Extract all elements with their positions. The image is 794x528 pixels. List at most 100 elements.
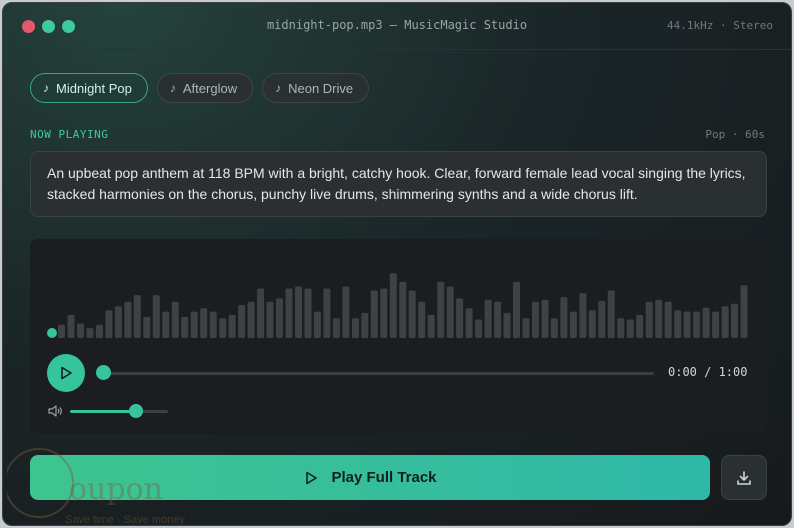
waveform-bar	[645, 301, 653, 338]
waveform-bar	[702, 307, 710, 338]
waveform-bar	[399, 281, 407, 338]
now-playing-label: NOW PLAYING	[30, 128, 109, 141]
waveform-bar	[456, 298, 464, 338]
waveform-bar	[731, 303, 738, 338]
genre-duration: Pop · 60s	[705, 128, 765, 141]
waveform-bar	[370, 290, 378, 338]
waveform-bar	[541, 299, 549, 338]
waveform-bar	[408, 290, 416, 338]
waveform-bar	[171, 301, 179, 338]
music-note-icon: ♪	[43, 81, 49, 95]
preset-chip-neon-drive[interactable]: ♪ Neon Drive	[262, 73, 370, 103]
waveform-bar	[361, 312, 369, 338]
waveform-bar	[313, 311, 321, 338]
waveform-bar	[266, 301, 274, 338]
waveform-bar	[77, 323, 84, 338]
waveform-bar	[683, 311, 691, 338]
waveform-bar	[181, 316, 189, 338]
waveform-bar	[209, 311, 217, 338]
waveform-bar	[588, 310, 596, 338]
waveform-bar	[133, 295, 141, 338]
waveform-bar	[636, 314, 644, 338]
waveform-bar	[219, 318, 227, 338]
preset-label: Neon Drive	[288, 80, 354, 96]
waveform-bar	[674, 310, 682, 338]
waveform-bar	[86, 328, 94, 338]
playhead-marker[interactable]	[47, 328, 57, 338]
preset-label: Afterglow	[182, 80, 238, 96]
waveform-bar	[332, 318, 340, 338]
play-full-track-button[interactable]: Play Full Track	[30, 455, 710, 500]
volume-level	[70, 410, 136, 413]
waveform-bar	[503, 312, 511, 338]
waveform-bar	[67, 314, 75, 338]
waveform-bar	[513, 281, 520, 338]
download-icon	[737, 470, 751, 485]
waveform-bar	[484, 299, 492, 338]
waveform-bar	[200, 308, 208, 338]
waveform-bar	[105, 310, 113, 338]
waveform-bar	[342, 286, 350, 338]
preset-chips: ♪ Midnight Pop ♪ Afterglow ♪ Neon Drive	[30, 73, 370, 103]
waveform-bar	[124, 301, 132, 338]
waveform-bar	[190, 311, 198, 338]
preset-chip-midnight-pop[interactable]: ♪ Midnight Pop	[30, 73, 148, 103]
volume-icon[interactable]	[47, 404, 63, 418]
track-description: An upbeat pop anthem at 118 BPM with a b…	[30, 151, 767, 217]
waveform-bar	[95, 324, 103, 338]
music-note-icon: ♪	[275, 81, 282, 95]
waveform-bar	[427, 314, 435, 338]
progress-thumb[interactable]	[96, 365, 111, 380]
waveform-bar	[579, 293, 587, 338]
play-icon	[306, 471, 318, 484]
play-button[interactable]	[47, 354, 85, 392]
volume-thumb[interactable]	[128, 404, 143, 418]
waveform-bar	[465, 308, 473, 338]
waveform-bar	[228, 314, 236, 338]
waveform-bar	[569, 311, 577, 338]
waveform-bar	[238, 305, 246, 338]
waveform-bar	[389, 273, 397, 338]
app-window: midnight-pop.mp3 — MusicMagic Studio 44.…	[2, 2, 792, 526]
waveform-bar	[532, 301, 539, 338]
waveform-bar	[351, 318, 359, 338]
waveform-bar	[664, 301, 672, 338]
time-readout: 0:00 / 1:00	[668, 365, 748, 379]
waveform-bar	[114, 306, 122, 338]
waveform-bar	[607, 290, 615, 338]
play-icon	[61, 366, 72, 380]
waveform-bar	[58, 324, 65, 338]
audio-player: 0:00 / 1:00	[30, 239, 767, 434]
waveform-bar	[285, 288, 293, 338]
download-button[interactable]	[721, 455, 767, 500]
waveform-bar	[152, 295, 160, 338]
waveform-bar	[550, 318, 558, 338]
waveform-bar	[162, 311, 170, 338]
waveform-bar	[712, 311, 720, 338]
waveform-bar	[560, 297, 568, 338]
waveform-bar	[522, 318, 530, 338]
waveform-bar	[418, 301, 426, 338]
waveform[interactable]	[30, 239, 767, 349]
preset-chip-afterglow[interactable]: ♪ Afterglow	[156, 73, 254, 103]
waveform-bar	[380, 288, 388, 338]
volume-slider[interactable]	[70, 410, 168, 413]
progress-track[interactable]	[104, 372, 654, 375]
waveform-bar	[740, 285, 748, 338]
waveform-bar	[323, 288, 331, 338]
preset-label: Midnight Pop	[56, 80, 132, 96]
music-note-icon: ♪	[169, 81, 176, 95]
waveform-bar	[494, 301, 502, 338]
waveform-bar	[475, 319, 483, 338]
audio-format: 44.1kHz · Stereo	[667, 19, 773, 32]
waveform-bar	[655, 299, 663, 338]
waveform-bar	[257, 288, 265, 338]
waveform-bar	[626, 319, 634, 338]
waveform-bar	[304, 288, 312, 338]
waveform-bar	[693, 311, 701, 338]
waveform-bar	[721, 306, 729, 338]
waveform-bar	[247, 301, 255, 338]
play-full-track-label: Play Full Track	[331, 469, 437, 486]
waveform-bar	[598, 301, 606, 338]
watermark-tagline: Save time · Save money	[65, 514, 185, 526]
